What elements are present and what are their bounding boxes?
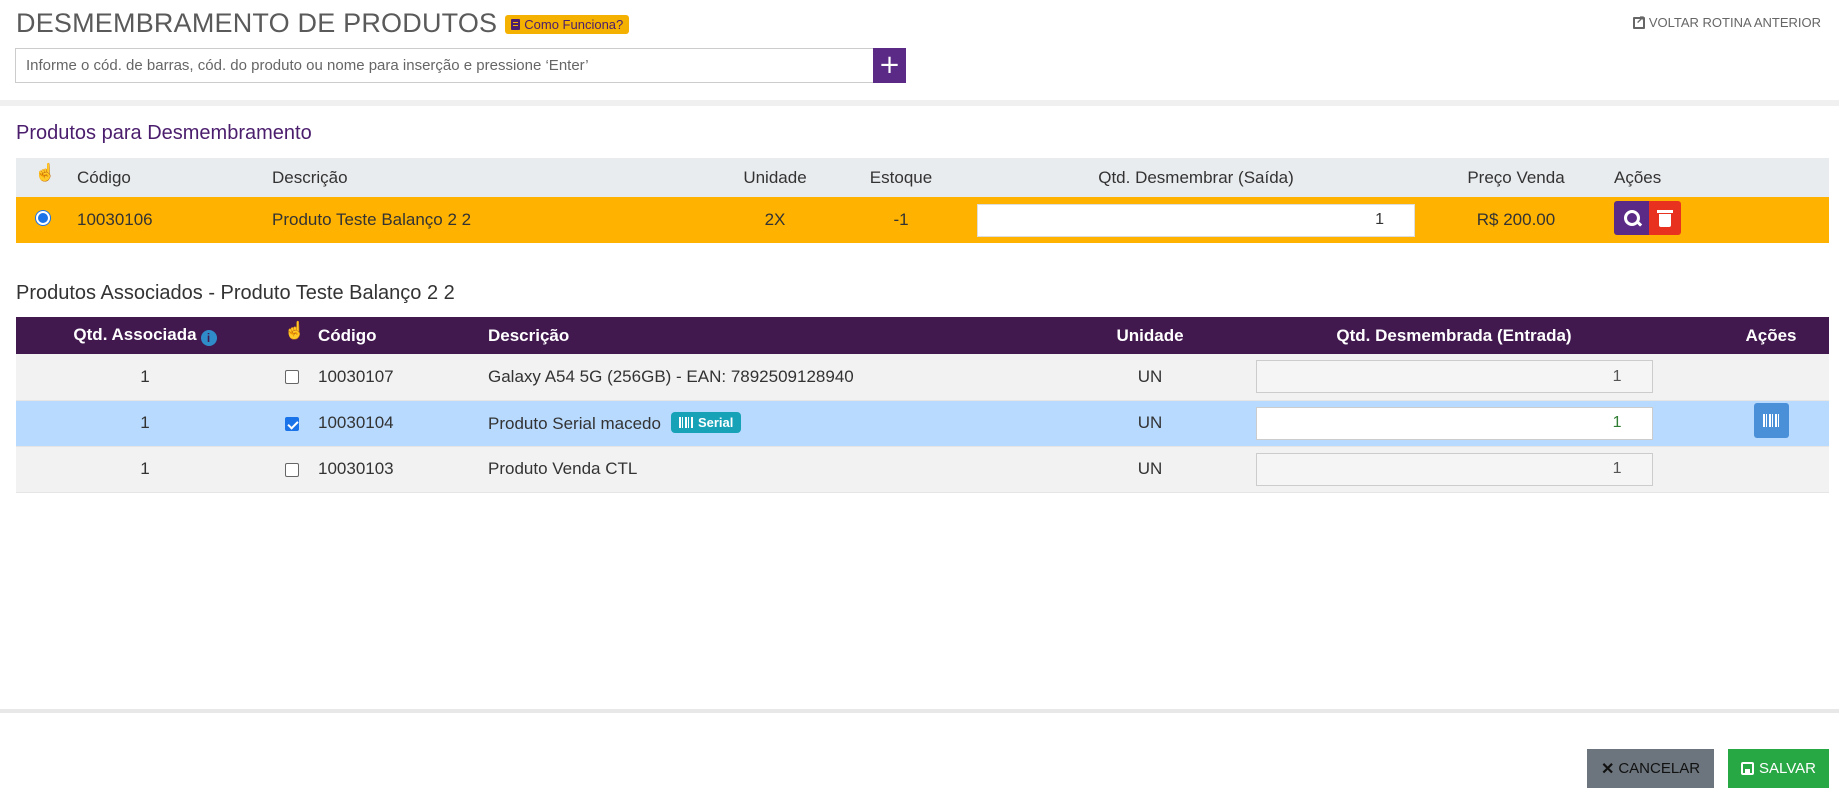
add-product-button[interactable]: + bbox=[873, 48, 906, 83]
cell-codigo: 10030104 bbox=[310, 400, 480, 447]
column-header: Qtd. Desmembrar (Saída) bbox=[966, 158, 1426, 197]
back-link[interactable]: VOLTAR ROTINA ANTERIOR bbox=[1632, 13, 1821, 30]
table-row[interactable]: 10030106 Produto Teste Balanço 2 2 2X -1… bbox=[16, 197, 1829, 243]
row-checkbox[interactable] bbox=[285, 370, 299, 385]
table-row[interactable]: 1 10030107 Galaxy A54 5G (256GB) - EAN: … bbox=[16, 354, 1829, 401]
cell-select bbox=[274, 354, 310, 401]
column-header-label: Qtd. Associada bbox=[73, 325, 197, 344]
search-input[interactable] bbox=[15, 48, 873, 83]
qty-entry-input[interactable] bbox=[1255, 406, 1653, 440]
table-header-row: Código Descrição Unidade Estoque Qtd. De… bbox=[16, 158, 1829, 197]
help-button[interactable]: Como Funciona? bbox=[505, 15, 630, 34]
cell-codigo: 10030103 bbox=[310, 446, 480, 493]
cell-unidade: UN bbox=[1105, 354, 1195, 401]
divider bbox=[0, 709, 1839, 713]
cell-select bbox=[274, 446, 310, 493]
select-column-header bbox=[16, 158, 69, 197]
column-header: Descrição bbox=[264, 158, 714, 197]
divider bbox=[0, 100, 1839, 106]
table-row[interactable]: 1 10030104 Produto Serial macedo Serial U… bbox=[16, 400, 1829, 447]
cell-qtd-associada: 1 bbox=[16, 400, 274, 447]
cell-actions bbox=[1713, 446, 1829, 493]
column-header: Unidade bbox=[714, 158, 836, 197]
back-link-label: VOLTAR ROTINA ANTERIOR bbox=[1648, 15, 1821, 30]
footer-actions: ✕ CANCELAR SALVAR bbox=[1586, 749, 1829, 788]
cell-actions bbox=[1713, 354, 1829, 401]
cancel-button[interactable]: ✕ CANCELAR bbox=[1586, 749, 1715, 788]
column-header: Ações bbox=[1713, 317, 1829, 354]
column-header: Código bbox=[310, 317, 480, 354]
serial-badge-label: Serial bbox=[697, 415, 734, 430]
page-header: DESMEMBRAMENTO DE PRODUTOS Como Funciona… bbox=[0, 0, 1839, 100]
serial-badge: Serial bbox=[670, 412, 742, 433]
cell-actions bbox=[1713, 400, 1829, 447]
trash-icon[interactable] bbox=[1649, 200, 1681, 235]
cell-qtd-associada: 1 bbox=[16, 446, 274, 493]
cell-estoque: -1 bbox=[836, 197, 966, 243]
cell-unidade: 2X bbox=[714, 197, 836, 243]
table-header-row: Qtd. Associadai Código Descrição Unidade… bbox=[16, 317, 1829, 354]
column-header: Ações bbox=[1606, 158, 1829, 197]
cell-qtd bbox=[1195, 354, 1713, 401]
cell-descricao: Produto Teste Balanço 2 2 bbox=[264, 197, 714, 243]
products-table: Código Descrição Unidade Estoque Qtd. De… bbox=[16, 158, 1829, 243]
column-header: Qtd. Desmembrada (Entrada) bbox=[1195, 317, 1713, 354]
external-link-icon bbox=[1632, 13, 1645, 29]
description-text: Produto Serial macedo bbox=[488, 414, 661, 433]
cell-select bbox=[274, 400, 310, 447]
close-icon: ✕ bbox=[1600, 760, 1615, 778]
table-row[interactable]: 1 10030103 Produto Venda CTL UN bbox=[16, 446, 1829, 493]
page-title: DESMEMBRAMENTO DE PRODUTOS bbox=[16, 8, 498, 38]
cell-unidade: UN bbox=[1105, 446, 1195, 493]
book-icon bbox=[511, 19, 521, 30]
row-checkbox[interactable] bbox=[285, 416, 299, 431]
save-button[interactable]: SALVAR bbox=[1728, 749, 1829, 788]
cell-preco: R$ 200.00 bbox=[1426, 197, 1606, 243]
save-label: SALVAR bbox=[1759, 760, 1816, 777]
qty-split-input[interactable] bbox=[977, 203, 1415, 237]
barcode-icon bbox=[678, 417, 693, 428]
cell-descricao: Galaxy A54 5G (256GB) - EAN: 78925091289… bbox=[480, 354, 1105, 401]
section-title-products: Produtos para Desmembramento bbox=[16, 122, 312, 144]
section-title-associated: Produtos Associados - Produto Teste Bala… bbox=[16, 282, 455, 304]
column-header: Preço Venda bbox=[1426, 158, 1606, 197]
column-header: Estoque bbox=[836, 158, 966, 197]
column-header: Descrição bbox=[480, 317, 1105, 354]
product-search: + bbox=[15, 48, 906, 83]
row-radio[interactable] bbox=[35, 211, 50, 225]
select-column-header bbox=[274, 317, 310, 354]
column-header-qtd-associada: Qtd. Associada i bbox=[16, 317, 274, 354]
hand-pointer-icon bbox=[34, 163, 56, 185]
cell-descricao: Produto Serial macedo Serial bbox=[480, 400, 1105, 447]
associated-products-table: Qtd. Associadai Código Descrição Unidade… bbox=[16, 317, 1829, 493]
qty-entry-input[interactable] bbox=[1255, 360, 1653, 394]
hand-pointer-icon bbox=[283, 321, 305, 343]
cell-unidade: UN bbox=[1105, 400, 1195, 447]
cell-descricao: Produto Venda CTL bbox=[480, 446, 1105, 493]
cell-codigo: 10030107 bbox=[310, 354, 480, 401]
help-label: Como Funciona? bbox=[524, 17, 624, 32]
cell-codigo: 10030106 bbox=[69, 197, 264, 243]
row-checkbox[interactable] bbox=[285, 462, 299, 477]
floppy-disk-icon bbox=[1741, 762, 1755, 775]
barcode-icon[interactable] bbox=[1753, 403, 1789, 438]
cell-qtd bbox=[1195, 446, 1713, 493]
column-header: Unidade bbox=[1105, 317, 1195, 354]
cancel-label: CANCELAR bbox=[1618, 760, 1701, 777]
cell-qtd bbox=[966, 197, 1426, 243]
title-row: DESMEMBRAMENTO DE PRODUTOS Como Funciona… bbox=[16, 8, 630, 39]
info-circle-icon[interactable]: i bbox=[200, 330, 217, 346]
row-select[interactable] bbox=[16, 197, 69, 243]
column-header: Código bbox=[69, 158, 264, 197]
cell-qtd bbox=[1195, 400, 1713, 447]
cell-qtd-associada: 1 bbox=[16, 354, 274, 401]
search-icon[interactable] bbox=[1614, 200, 1649, 235]
qty-entry-input[interactable] bbox=[1255, 452, 1653, 486]
cell-actions bbox=[1606, 197, 1829, 243]
page: DESMEMBRAMENTO DE PRODUTOS Como Funciona… bbox=[0, 0, 1839, 798]
